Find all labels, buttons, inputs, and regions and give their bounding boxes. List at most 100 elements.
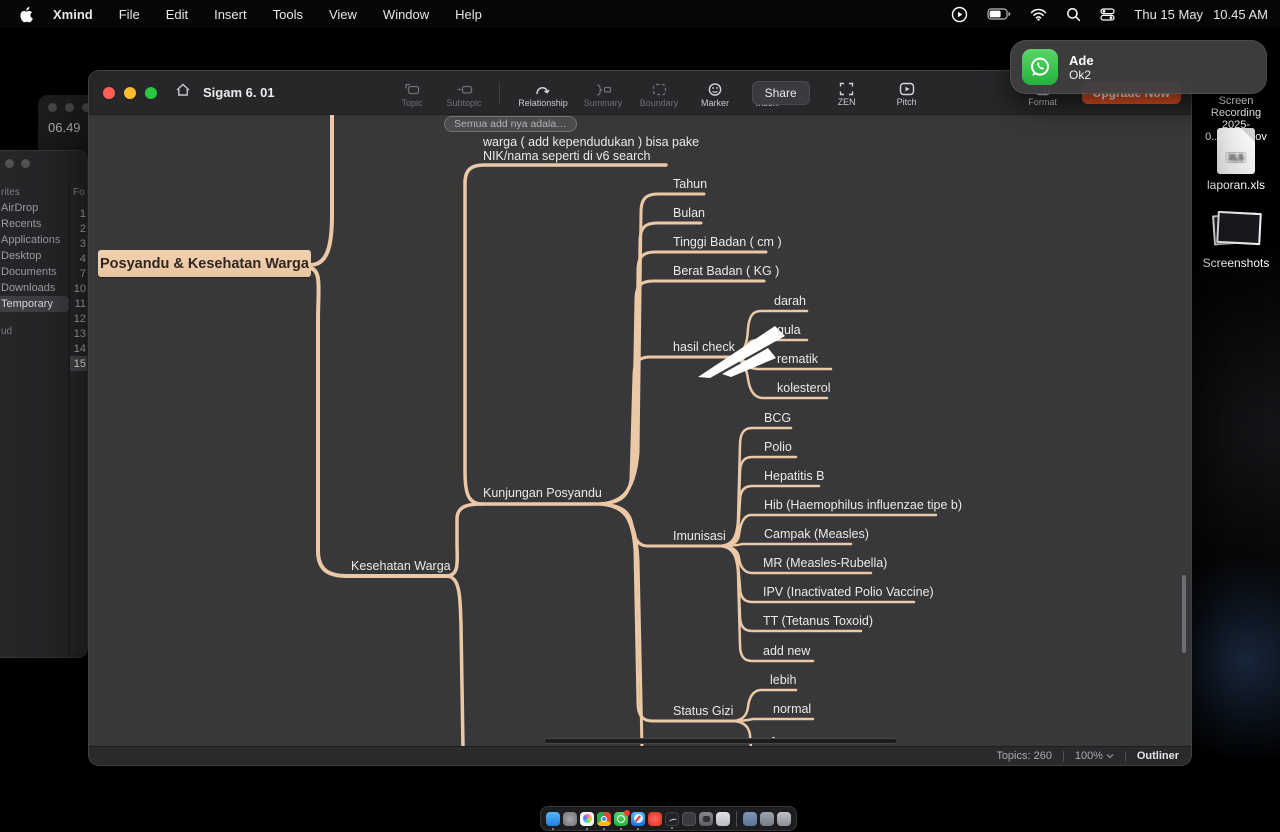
row-number[interactable]: 2 — [70, 221, 88, 236]
topic-bulan[interactable]: Bulan — [673, 206, 705, 220]
central-topic[interactable]: Posyandu & Kesehatan Warga — [98, 250, 311, 277]
topic-kesehatan-warga[interactable]: Kesehatan Warga — [351, 559, 451, 573]
apple-menu-icon[interactable] — [18, 6, 33, 23]
screen-recording-indicator-icon[interactable] — [951, 6, 968, 23]
desktop-icon-screenshots[interactable]: Screenshots — [1192, 210, 1280, 270]
topic-tt[interactable]: TT (Tetanus Toxoid) — [763, 614, 873, 628]
wifi-icon[interactable] — [1030, 8, 1047, 21]
share-button[interactable]: Share — [752, 81, 810, 105]
topic-add-new[interactable]: add new — [763, 644, 810, 658]
summary-button[interactable]: Summary — [580, 79, 626, 108]
window-controls[interactable] — [103, 87, 157, 99]
close-button[interactable] — [103, 87, 115, 99]
sidebar-item-airdrop[interactable]: AirDrop — [0, 200, 69, 216]
menu-file[interactable]: File — [119, 7, 140, 22]
dock-whatsapp-icon[interactable] — [614, 812, 628, 826]
whatsapp-notification[interactable]: Ade Ok2 — [1010, 40, 1267, 94]
screenshots-stack-icon — [1209, 210, 1263, 250]
finder-window[interactable]: rites AirDrop Recents Applications Deskt… — [0, 150, 88, 658]
dock-launchpad-icon[interactable] — [563, 812, 577, 826]
dock-photos-icon[interactable] — [580, 812, 594, 826]
topic-warga[interactable]: warga ( add kependudukan ) bisa pake NIK… — [483, 136, 699, 163]
horizontal-scrollbar[interactable] — [544, 738, 898, 744]
row-number[interactable]: 14 — [70, 341, 88, 356]
menu-edit[interactable]: Edit — [166, 7, 188, 22]
topic-status-gizi[interactable]: Status Gizi — [673, 704, 733, 718]
topic-kunjungan-posyandu[interactable]: Kunjungan Posyandu — [483, 486, 602, 500]
sidebar-item-documents[interactable]: Documents — [0, 264, 69, 280]
outliner-button[interactable]: Outliner — [1137, 750, 1179, 762]
sidebar-item-desktop[interactable]: Desktop — [0, 248, 69, 264]
battery-icon[interactable] — [987, 8, 1011, 20]
topic-hepatitis-b[interactable]: Hepatitis B — [764, 469, 824, 483]
relationship-button[interactable]: Relationship — [512, 79, 574, 108]
dock-screenshot-icon[interactable] — [699, 812, 713, 826]
vertical-scrollbar[interactable] — [1182, 575, 1186, 653]
menu-xmind[interactable]: Xmind — [53, 7, 93, 22]
pitch-button[interactable]: Pitch — [884, 79, 930, 107]
row-number[interactable]: 4 — [70, 251, 88, 266]
topic-darah[interactable]: darah — [774, 294, 806, 308]
topic-tinggi-badan[interactable]: Tinggi Badan ( cm ) — [673, 235, 782, 249]
topic-ipv[interactable]: IPV (Inactivated Polio Vaccine) — [763, 585, 934, 599]
menubar-clock[interactable]: Thu 15 May10.45 AM — [1134, 7, 1268, 22]
topic-bcg[interactable]: BCG — [764, 411, 791, 425]
topic-hasil-check[interactable]: hasil check — [673, 340, 735, 354]
subtopic-button[interactable]: Subtopic — [441, 79, 487, 108]
zoom-level[interactable]: 100% — [1075, 750, 1114, 762]
zoom-button[interactable] — [145, 87, 157, 99]
dock-downloads-folder-icon[interactable] — [743, 812, 757, 826]
topic-polio[interactable]: Polio — [764, 440, 792, 454]
menu-insert[interactable]: Insert — [214, 7, 247, 22]
topic-normal[interactable]: normal — [773, 702, 811, 716]
row-number[interactable]: 1 — [70, 206, 88, 221]
menu-help[interactable]: Help — [455, 7, 482, 22]
sidebar-item-temporary[interactable]: Temporary — [0, 296, 69, 312]
topic-mr[interactable]: MR (Measles-Rubella) — [763, 556, 887, 570]
topic-imunisasi[interactable]: Imunisasi — [673, 529, 726, 543]
topic-hib[interactable]: Hib (Haemophilus influenzae tipe b) — [764, 498, 962, 512]
spotlight-search-icon[interactable] — [1066, 7, 1081, 22]
row-number[interactable]: 3 — [70, 236, 88, 251]
row-number[interactable]: 11 — [70, 296, 88, 311]
desktop-icon-laporan-xls[interactable]: XLS laporan.xls — [1192, 128, 1280, 192]
menu-view[interactable]: View — [329, 7, 357, 22]
topic-button[interactable]: Topic — [389, 79, 435, 108]
sidebar-item-downloads[interactable]: Downloads — [0, 280, 69, 296]
row-number[interactable]: 7 — [70, 266, 88, 281]
topic-berat-badan[interactable]: Berat Badan ( KG ) — [673, 264, 779, 278]
notification-body: Ok2 — [1069, 68, 1094, 82]
control-center-icon[interactable] — [1100, 7, 1115, 22]
dock-dark-app-icon[interactable] — [682, 812, 696, 826]
mindmap-canvas[interactable]: Semua add nya adala… Posyandu & Kesehata… — [89, 115, 1191, 746]
topic-rematik[interactable]: rematik — [777, 352, 818, 366]
row-number[interactable]: 13 — [70, 326, 88, 341]
sidebar-item-applications[interactable]: Applications — [0, 232, 69, 248]
zen-button[interactable]: ZEN — [824, 79, 870, 107]
boundary-button[interactable]: Boundary — [632, 79, 686, 108]
dock-trash-icon[interactable] — [777, 812, 791, 826]
topic-tahun[interactable]: Tahun — [673, 177, 707, 191]
sidebar-item-recents[interactable]: Recents — [0, 216, 69, 232]
dock-safari-icon[interactable] — [631, 812, 645, 826]
dock-preview-icon[interactable] — [716, 812, 730, 826]
notification-title: Ade — [1069, 53, 1094, 68]
dock-finder-icon[interactable] — [546, 812, 560, 826]
dock-red-app-icon[interactable] — [648, 812, 662, 826]
row-number[interactable]: 10 — [70, 281, 88, 296]
marker-button[interactable]: Marker — [692, 79, 738, 108]
menu-tools[interactable]: Tools — [273, 7, 303, 22]
topic-campak[interactable]: Campak (Measles) — [764, 527, 869, 541]
home-icon[interactable] — [175, 82, 191, 103]
row-number-selected[interactable]: 15 — [70, 356, 88, 371]
dock-xmind-icon[interactable] — [665, 812, 679, 826]
floating-note-pill[interactable]: Semua add nya adala… — [444, 116, 577, 132]
topic-kolesterol[interactable]: kolesterol — [777, 381, 831, 395]
dock-chrome-icon[interactable] — [597, 812, 611, 826]
topic-lebih[interactable]: lebih — [770, 673, 796, 687]
minimize-button[interactable] — [124, 87, 136, 99]
topic-gula[interactable]: gula — [777, 323, 801, 337]
dock-documents-folder-icon[interactable] — [760, 812, 774, 826]
row-number[interactable]: 12 — [70, 311, 88, 326]
menu-window[interactable]: Window — [383, 7, 429, 22]
